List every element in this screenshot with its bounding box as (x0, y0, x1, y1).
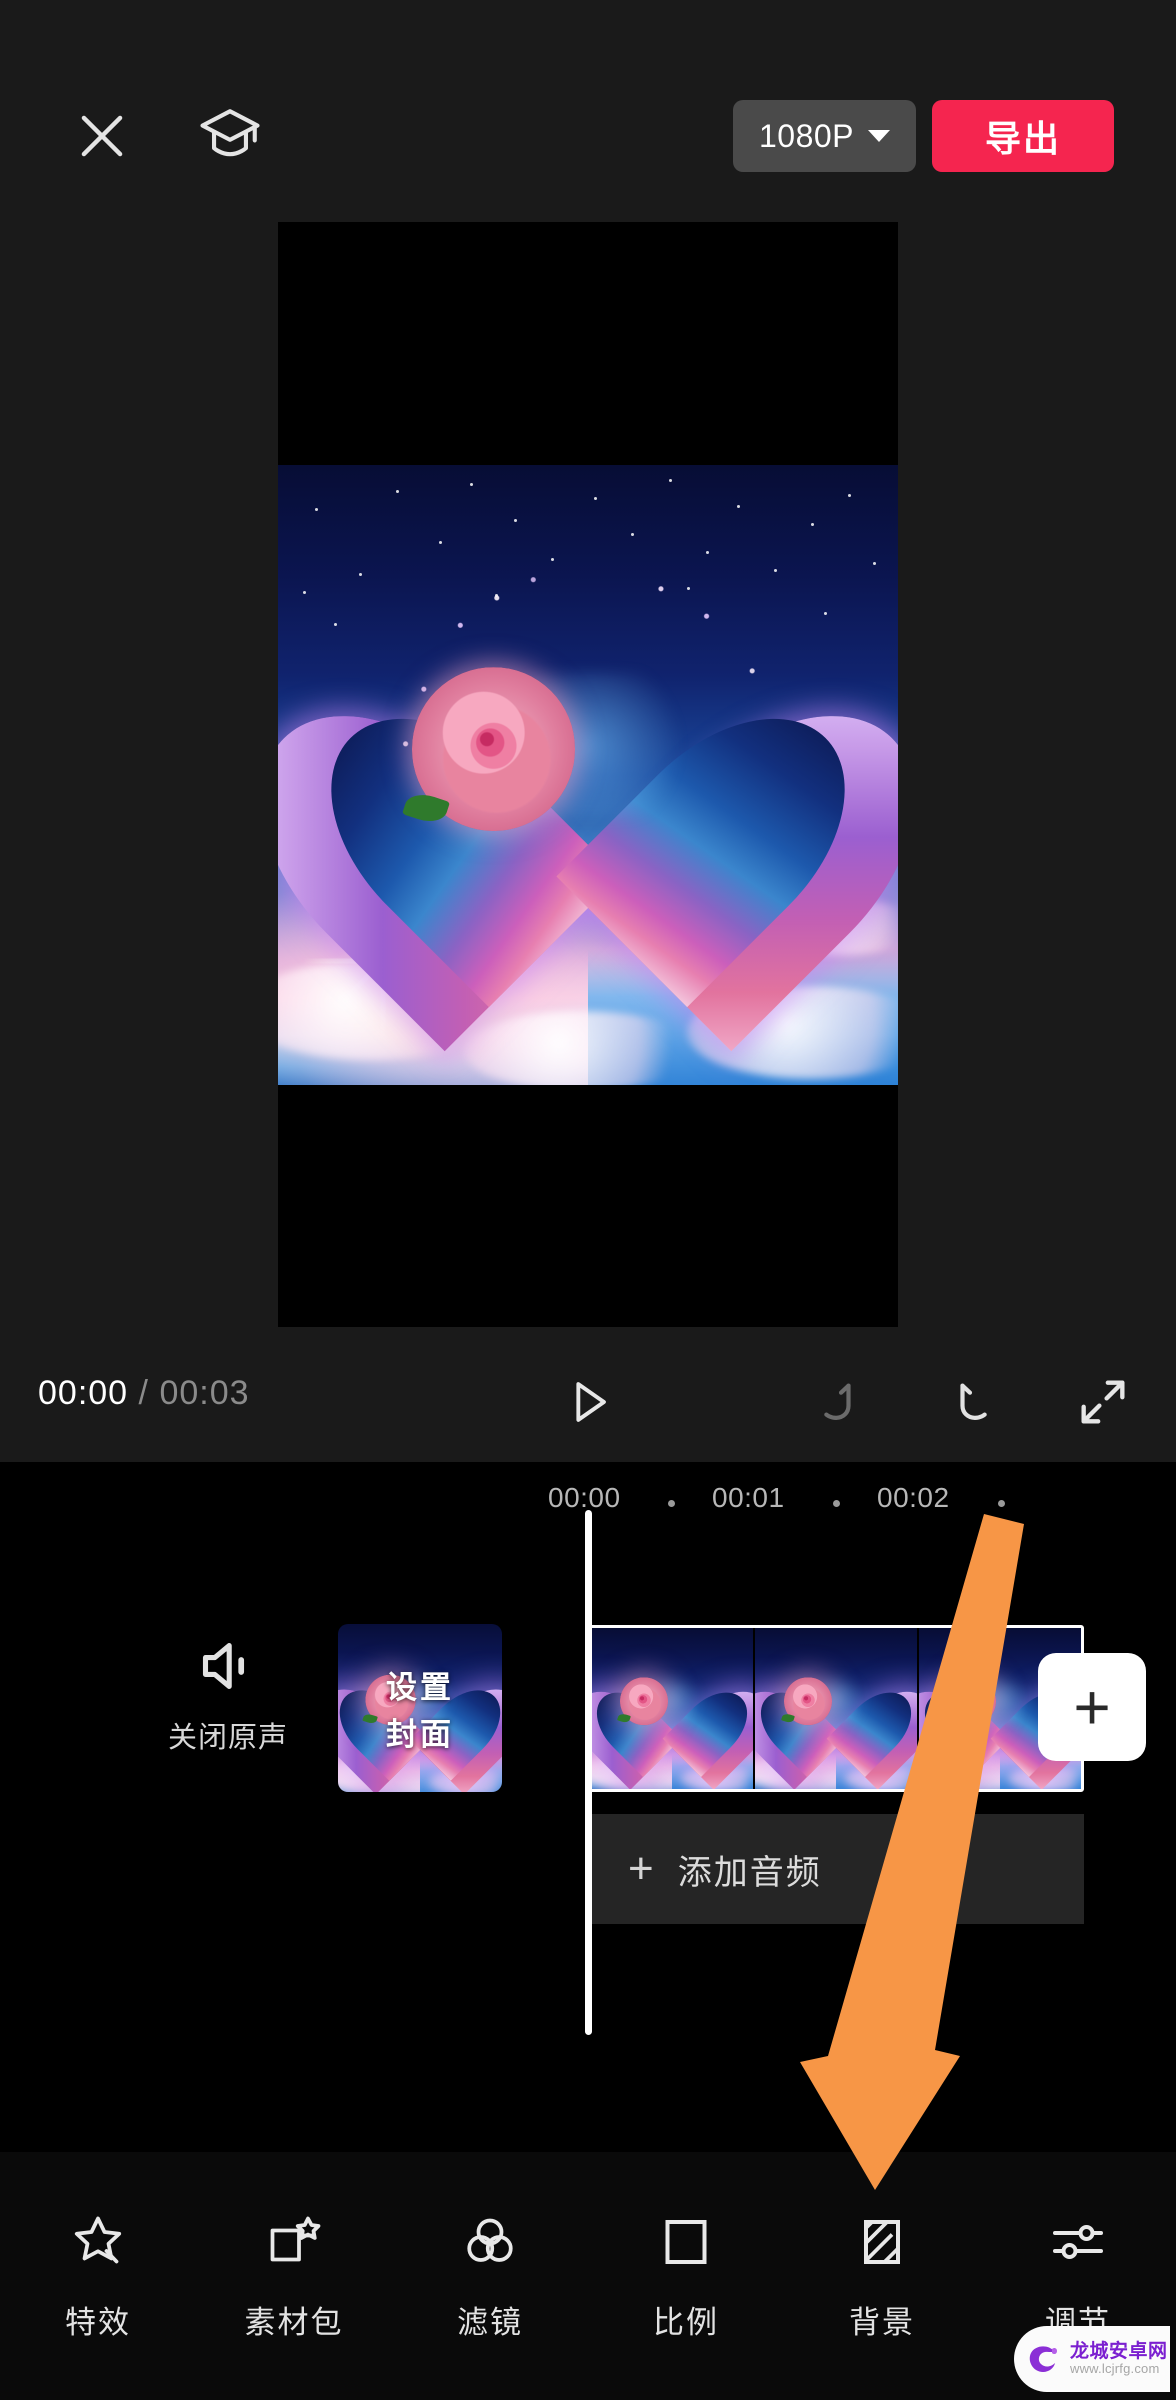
export-button[interactable]: 导出 (932, 100, 1114, 172)
ruler-dot (998, 1500, 1005, 1507)
ruler-label-1: 00:01 (712, 1482, 785, 1513)
tool-label: 背景 (849, 2304, 915, 2340)
fullscreen-button[interactable] (1065, 1364, 1141, 1440)
tool-aspect-ratio[interactable]: 比例 (588, 2211, 784, 2342)
background-hatch-icon (851, 2211, 913, 2273)
redo-button[interactable] (935, 1364, 1011, 1440)
add-audio-track-button[interactable]: + 添加音频 (588, 1814, 1084, 1924)
close-icon (81, 115, 123, 157)
ruler-label-0: 00:00 (548, 1482, 621, 1513)
undo-button[interactable] (800, 1364, 876, 1440)
tool-filter[interactable]: 滤镜 (392, 2211, 588, 2342)
app-screen: 1080P 导出 00:00 / 00:03 00:00 00:01 00:02… (0, 0, 1176, 2400)
watermark-title: 龙城安卓网 (1070, 2341, 1168, 2363)
plus-icon: + (628, 1844, 654, 1893)
playhead[interactable] (585, 1510, 592, 2035)
aspect-ratio-icon (655, 2211, 717, 2273)
fullscreen-icon (1081, 1380, 1125, 1424)
timeline-panel[interactable]: 00:00 00:01 00:02 关闭原声 设置 封面 + + 添加音频 (0, 1462, 1176, 2152)
time-separator: / (138, 1374, 149, 1412)
clip-frame[interactable] (591, 1628, 753, 1789)
graduation-cap-icon (200, 109, 260, 157)
tool-background[interactable]: 背景 (784, 2211, 980, 2342)
mute-original-audio-button[interactable]: 关闭原声 (148, 1630, 308, 1794)
material-pack-icon (263, 2211, 325, 2273)
undo-icon (824, 1383, 851, 1420)
set-cover-button[interactable]: 设置 封面 (338, 1624, 502, 1792)
tool-label: 滤镜 (457, 2304, 523, 2340)
tool-effects[interactable]: 特效 (0, 2211, 196, 2342)
chevron-down-icon (868, 130, 890, 142)
export-label: 导出 (984, 118, 1061, 159)
resolution-selector[interactable]: 1080P (732, 100, 916, 172)
play-icon (576, 1382, 606, 1422)
top-bar: 1080P 导出 (0, 80, 1176, 192)
total-time: 00:03 (159, 1374, 250, 1412)
cover-label-line2: 封面 (386, 1717, 454, 1752)
resolution-value: 1080P (758, 117, 854, 154)
filter-circles-icon (459, 2211, 521, 2273)
tool-label: 比例 (653, 2304, 719, 2340)
preview-media (278, 465, 898, 1085)
tool-material-pack[interactable]: 素材包 (196, 2211, 392, 2342)
heart-artwork (278, 465, 898, 1085)
mute-label: 关闭原声 (167, 1722, 288, 1754)
site-logo-icon (1029, 2346, 1057, 2372)
tutorial-button[interactable] (190, 96, 270, 176)
tool-label: 素材包 (244, 2304, 344, 2340)
ruler-dot (668, 1500, 675, 1507)
cover-label-line1: 设置 (386, 1670, 454, 1705)
player-controls: 00:00 / 00:03 (0, 1340, 1176, 1462)
tool-adjust[interactable]: 调节 (980, 2211, 1176, 2342)
clip-frame-artwork (591, 1628, 753, 1789)
current-time: 00:00 (38, 1374, 129, 1412)
watermark-url: www.lcjrfg.com (1070, 2361, 1160, 2377)
watermark-text: 龙城安卓网 www.lcjrfg.com (1070, 2342, 1168, 2376)
site-watermark: 龙城安卓网 www.lcjrfg.com (1014, 2326, 1170, 2392)
close-button[interactable] (62, 96, 142, 176)
editor-area: 1080P 导出 00:00 / 00:03 (0, 0, 1176, 1462)
ruler-dot (833, 1500, 840, 1507)
redo-icon (960, 1383, 987, 1420)
magic-star-icon (67, 2211, 129, 2273)
tool-label: 特效 (65, 2304, 131, 2340)
add-clip-button[interactable]: + (1038, 1653, 1146, 1761)
play-button[interactable] (550, 1364, 626, 1440)
cover-label: 设置 封面 (338, 1624, 502, 1792)
add-audio-label: 添加音频 (677, 1853, 822, 1892)
clip-frame[interactable] (753, 1628, 917, 1789)
add-clip-label: + (1073, 1671, 1111, 1743)
clip-frame-artwork (755, 1628, 917, 1789)
bottom-toolbar: 特效 素材包 滤镜 比例 背景 调节 (0, 2152, 1176, 2400)
adjust-sliders-icon (1047, 2211, 1109, 2273)
ruler-label-2: 00:02 (877, 1482, 950, 1513)
speaker-mute-icon (202, 1643, 245, 1689)
time-display: 00:00 / 00:03 (38, 1374, 250, 1413)
video-preview-canvas[interactable] (278, 222, 898, 1327)
video-clip-strip[interactable] (588, 1625, 1084, 1792)
